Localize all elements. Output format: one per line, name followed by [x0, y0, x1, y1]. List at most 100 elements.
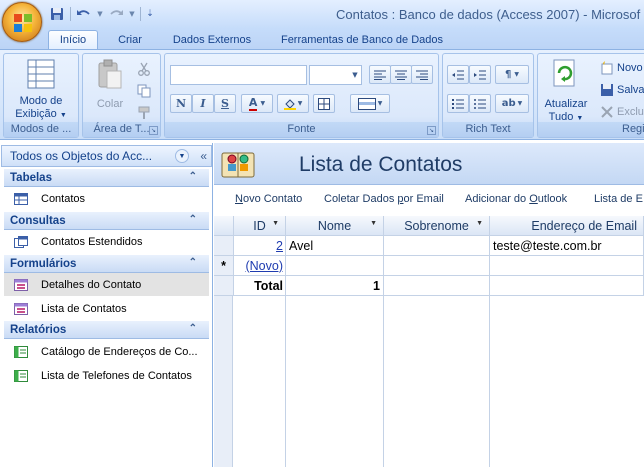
new-record-button[interactable]: Novo — [600, 59, 643, 77]
cell-new-email[interactable] — [490, 256, 644, 276]
email-list-link[interactable]: Lista de E — [594, 193, 643, 205]
bold-button[interactable]: N — [170, 94, 192, 113]
nav-dropdown-icon[interactable]: ▼ — [175, 149, 189, 163]
align-center-button[interactable] — [390, 65, 412, 84]
nav-item-catalogo-enderecos[interactable]: Catálogo de Endereços de Co... — [4, 340, 209, 363]
align-left-button[interactable] — [369, 65, 391, 84]
undo-dropdown-icon[interactable]: ▼ — [96, 5, 104, 23]
refresh-all-button[interactable]: Atualizar Tudo ▼ — [538, 54, 594, 123]
sort-dropdown-icon[interactable]: ▼ — [370, 220, 377, 227]
ribbon: Modo de Exibição ▼ Modos de ... Colar Ár… — [0, 49, 644, 140]
cell-new-id[interactable]: (Novo) — [234, 256, 286, 276]
nav-item-lista-contatos[interactable]: Lista de Contatos — [4, 297, 209, 320]
title-bar: ▼ ▼ ⇣ Contatos : Banco de dados (Access … — [0, 0, 644, 29]
nav-item-lista-telefones[interactable]: Lista de Telefones de Contatos — [4, 364, 209, 387]
nav-group-consultas[interactable]: Consultas ⌃ — [4, 212, 209, 230]
redo-dropdown-icon[interactable]: ▼ — [128, 5, 136, 23]
office-button[interactable] — [2, 2, 42, 42]
cell-id[interactable]: 2 — [234, 236, 286, 256]
save-icon[interactable] — [48, 5, 66, 23]
decrease-indent-button[interactable] — [447, 65, 469, 84]
increase-indent-button[interactable] — [469, 65, 491, 84]
add-outlook-link[interactable]: Adicionar do Outlook — [465, 193, 567, 205]
new-contact-link[interactable]: Novo Contato — [235, 193, 302, 205]
navigation-pane: Todos os Objetos do Acc... ▼ « Tabelas ⌃ … — [0, 143, 213, 467]
group-modos-label: Modos de ... — [4, 122, 78, 137]
nav-collapse-icon[interactable]: « — [200, 149, 207, 163]
nav-pane-header[interactable]: Todos os Objetos do Acc... ▼ « — [1, 145, 212, 167]
save-record-button[interactable]: Salva — [600, 81, 644, 99]
nav-group-label: Formulários — [10, 257, 77, 270]
nav-group-tabelas[interactable]: Tabelas ⌃ — [4, 169, 209, 187]
numbering-button[interactable] — [447, 94, 469, 113]
font-color-button[interactable]: A ▼ — [241, 94, 273, 113]
new-record-marker[interactable]: * — [214, 256, 234, 276]
highlight-button[interactable]: ab ▼ — [495, 94, 529, 113]
cut-icon[interactable] — [137, 62, 153, 78]
column-header-label: Nome — [317, 218, 352, 233]
group-fonte-label: Fonte — [165, 122, 438, 137]
underline-button[interactable]: S — [214, 94, 236, 113]
cell-new-sobrenome[interactable] — [384, 256, 490, 276]
nav-item-label: Detalhes do Contato — [41, 278, 142, 291]
paste-button[interactable]: Colar — [85, 54, 135, 122]
gridlines-button[interactable] — [313, 94, 335, 113]
view-mode-label1: Modo de — [19, 95, 63, 107]
nav-item-label: Catálogo de Endereços de Co... — [41, 345, 198, 358]
record-selector[interactable] — [214, 236, 234, 256]
customize-qat-icon[interactable]: ⇣ — [145, 5, 155, 23]
redo-icon[interactable] — [107, 5, 125, 23]
form-header: Lista de Contatos — [214, 143, 644, 185]
format-painter-icon[interactable] — [137, 106, 153, 120]
collect-email-link[interactable]: Coletar Dados por Email — [324, 193, 444, 205]
column-header-nome[interactable]: Nome ▼ — [286, 216, 384, 236]
total-email[interactable] — [490, 276, 644, 296]
nav-item-contatos-estendidos[interactable]: Contatos Estendidos — [4, 230, 209, 253]
cell-id-link[interactable]: 2 — [276, 239, 283, 253]
delete-record-button[interactable]: Exclu — [600, 103, 644, 121]
fill-color-button[interactable]: ▼ — [277, 94, 309, 113]
column-header-sobrenome[interactable]: Sobrenome ▼ — [384, 216, 490, 236]
cell-email[interactable]: teste@teste.com.br — [490, 236, 644, 256]
alternate-fill-button[interactable]: ▼ — [350, 94, 390, 113]
form-icon — [14, 278, 28, 291]
font-launcher-icon[interactable]: ↘ — [427, 126, 436, 135]
cell-nome[interactable]: Avel — [286, 236, 384, 256]
clipboard-launcher-icon[interactable]: ↘ — [149, 126, 158, 135]
sort-dropdown-icon[interactable]: ▼ — [476, 220, 483, 227]
group-rich-label: Rich Text — [443, 122, 533, 137]
sort-dropdown-icon[interactable]: ▼ — [272, 220, 279, 227]
column-header-email[interactable]: Endereço de Email — [490, 216, 644, 236]
undo-icon[interactable] — [75, 5, 93, 23]
total-sobrenome[interactable] — [384, 276, 490, 296]
cell-sobrenome[interactable] — [384, 236, 490, 256]
align-left-icon — [374, 70, 386, 80]
refresh-label1: Atualizar — [544, 98, 588, 110]
view-mode-button[interactable]: Modo de Exibição ▼ — [4, 54, 78, 122]
font-size-combo[interactable]: ▼ — [309, 65, 362, 85]
align-right-button[interactable] — [411, 65, 433, 84]
font-name-combo[interactable] — [170, 65, 307, 85]
nav-item-detalhes-contato[interactable]: Detalhes do Contato — [4, 273, 209, 296]
total-value[interactable]: 1 — [286, 276, 384, 296]
nav-group-relatorios[interactable]: Relatórios ⌃ — [4, 321, 209, 339]
italic-button[interactable]: I — [192, 94, 214, 113]
datasheet: ID ▼ Nome ▼ Sobrenome ▼ Endereço de Email 2… — [214, 216, 644, 467]
tab-inicio[interactable]: Início — [48, 30, 98, 49]
tab-dados-externos[interactable]: Dados Externos — [162, 30, 262, 49]
copy-icon[interactable] — [137, 84, 153, 100]
cell-new-nome[interactable] — [286, 256, 384, 276]
query-icon — [14, 235, 28, 248]
new-id-link[interactable]: (Novo) — [245, 259, 283, 273]
select-all-cell[interactable] — [214, 216, 234, 236]
paragraph-direction-button[interactable]: ¶ ▼ — [495, 65, 529, 84]
bullets-button[interactable] — [469, 94, 491, 113]
tab-ferramentas[interactable]: Ferramentas de Banco de Dados — [272, 30, 452, 49]
tab-criar[interactable]: Criar — [110, 30, 150, 49]
column-header-id[interactable]: ID ▼ — [234, 216, 286, 236]
nav-group-formularios[interactable]: Formulários ⌃ — [4, 255, 209, 273]
nav-item-contatos[interactable]: Contatos — [4, 187, 209, 210]
group-registros: Atualizar Tudo ▼ Novo Salva Exclu Regi — [537, 53, 644, 138]
increase-indent-icon — [474, 70, 486, 79]
fill-bucket-icon — [283, 98, 296, 110]
